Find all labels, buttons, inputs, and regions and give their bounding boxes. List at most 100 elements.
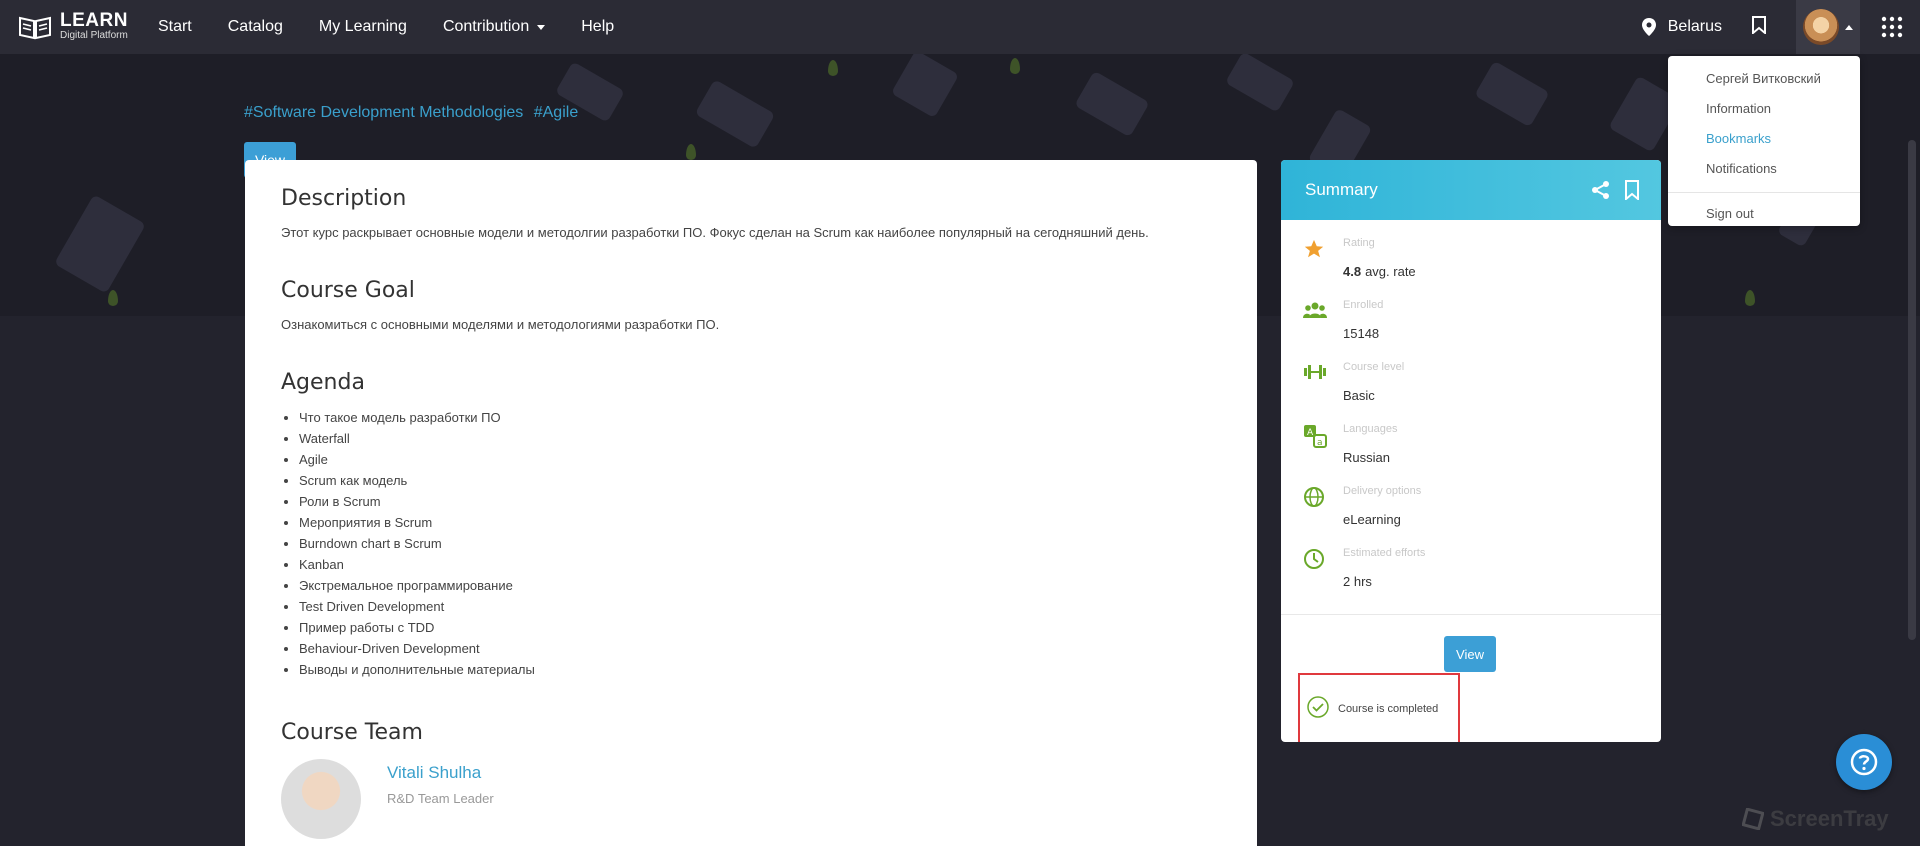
bookmark-icon[interactable]	[1625, 180, 1639, 205]
course-level-value: Basic	[1343, 388, 1375, 403]
nav-contribution[interactable]: Contribution	[442, 18, 546, 36]
leaf-decoration	[828, 60, 838, 76]
bookmark-icon[interactable]	[1752, 15, 1766, 39]
user-name: Сергей Витковский	[1706, 71, 1821, 86]
delivery-label: Delivery options	[1343, 485, 1422, 497]
nav-contribution-label: Contribution	[442, 18, 530, 35]
screentray-logo-icon	[1742, 808, 1764, 830]
brand-name: LEARN	[60, 10, 128, 31]
summary-estimated-efforts: Estimated efforts 2 hrs	[1303, 546, 1661, 608]
nav-catalog[interactable]: Catalog	[228, 18, 283, 36]
leaf-decoration	[686, 144, 696, 160]
clock-icon	[1303, 548, 1327, 572]
summary-title: Summary	[1305, 180, 1378, 199]
star-icon	[1303, 238, 1327, 262]
team-member: Vitali Shulha R&D Team Leader	[281, 759, 1221, 839]
course-goal-text: Ознакомиться с основными моделями и мето…	[281, 317, 720, 332]
summary-header: Summary	[1281, 160, 1661, 220]
nav-help[interactable]: Help	[581, 18, 614, 36]
location-pin-icon	[1641, 18, 1656, 36]
svg-text:a: a	[1317, 438, 1323, 448]
list-item: Waterfall	[299, 428, 1221, 449]
summary-languages: Aa Languages Russian	[1303, 422, 1661, 484]
summary-card: Summary Rating 4.8 avg. rate Enrolled 15…	[1281, 160, 1661, 742]
rating-label: Rating	[1343, 237, 1375, 249]
course-goal-heading: Course Goal	[281, 278, 415, 303]
nav-catalog-label: Catalog	[227, 18, 283, 35]
menu-item-sign-out[interactable]: Sign out	[1668, 199, 1860, 229]
question-circle-icon	[1850, 748, 1878, 776]
leaf-decoration	[108, 290, 118, 306]
decoration	[1074, 70, 1150, 138]
description-text: Этот курс раскрывает основные модели и м…	[281, 225, 1149, 240]
list-item: Behaviour-Driven Development	[299, 638, 1221, 659]
list-item: Экстремальное программирование	[299, 575, 1221, 596]
course-completed-status: Course is completed	[1298, 673, 1460, 742]
languages-label: Languages	[1343, 423, 1398, 435]
watermark: ScreenTray	[1742, 806, 1889, 832]
leaf-decoration	[1010, 58, 1020, 74]
menu-item-notifications[interactable]: Notifications	[1668, 154, 1860, 184]
team-member-photo	[281, 759, 361, 839]
translate-icon: Aa	[1303, 424, 1327, 448]
tag-link[interactable]: #Agile	[534, 104, 578, 121]
list-item: Роли в Scrum	[299, 491, 1221, 512]
caret-up-icon	[1845, 24, 1853, 30]
watermark-text: ScreenTray	[1770, 806, 1889, 831]
course-tags: #Software Development Methodologies #Agi…	[244, 104, 584, 122]
efforts-label: Estimated efforts	[1343, 547, 1426, 559]
book-icon	[18, 14, 52, 40]
summary-delivery-options: Delivery options eLearning	[1303, 484, 1661, 546]
enrolled-label: Enrolled	[1343, 299, 1384, 311]
list-item: Что такое модель разработки ПО	[299, 407, 1221, 428]
list-item: Scrum как модель	[299, 470, 1221, 491]
list-item: Kanban	[299, 554, 1221, 575]
share-icon[interactable]	[1591, 180, 1611, 205]
globe-icon	[1303, 486, 1327, 510]
course-level-label: Course level	[1343, 361, 1405, 373]
decoration	[694, 79, 776, 149]
scrollbar[interactable]	[1908, 140, 1916, 640]
enrolled-value: 15148	[1343, 326, 1380, 341]
agenda-list: Что такое модель разработки ПО Waterfall…	[281, 407, 1221, 680]
divider	[1668, 192, 1860, 193]
nav-my-learning[interactable]: My Learning	[319, 18, 407, 36]
brand-tagline: Digital Platform	[60, 30, 128, 41]
summary-rating: Rating 4.8 avg. rate	[1303, 236, 1661, 298]
team-member-name-link[interactable]: Vitali Shulha	[387, 763, 494, 783]
divider	[1281, 614, 1661, 615]
summary-enrolled: Enrolled 15148	[1303, 298, 1661, 360]
course-team-heading: Course Team	[281, 720, 423, 745]
nav-my-learning-label: My Learning	[318, 18, 407, 35]
user-dropdown-menu: Сергей Витковский Information Bookmarks …	[1668, 56, 1860, 226]
nav-help-label: Help	[581, 18, 615, 35]
logo[interactable]: LEARN Digital Platform	[18, 10, 128, 42]
location-selector[interactable]: Belarus	[1641, 18, 1722, 36]
decoration	[890, 54, 960, 119]
menu-item-information[interactable]: Information	[1668, 94, 1860, 124]
course-details-card: Description Этот курс раскрывает основны…	[245, 160, 1257, 846]
help-button[interactable]	[1836, 734, 1892, 790]
user-menu-toggle[interactable]	[1796, 0, 1860, 54]
efforts-value: 2 hrs	[1343, 574, 1372, 589]
languages-value: Russian	[1343, 450, 1390, 465]
top-navigation-bar: LEARN Digital Platform Start Catalog My …	[0, 0, 1920, 54]
list-item: Burndown chart в Scrum	[299, 533, 1221, 554]
avatar	[1803, 9, 1839, 45]
list-item: Agile	[299, 449, 1221, 470]
main-nav: Start Catalog My Learning Contribution H…	[158, 18, 650, 36]
rating-suffix: avg. rate	[1365, 264, 1416, 279]
nav-start[interactable]: Start	[158, 18, 192, 36]
apps-grid-icon[interactable]	[1874, 0, 1910, 54]
leaf-decoration	[1745, 290, 1755, 306]
summary-view-button[interactable]: View	[1444, 636, 1496, 672]
check-circle-icon	[1306, 695, 1330, 724]
menu-item-bookmarks[interactable]: Bookmarks	[1668, 124, 1860, 154]
dumbbell-icon	[1303, 362, 1327, 386]
users-icon	[1303, 300, 1327, 324]
decoration	[1474, 60, 1550, 128]
rating-value: 4.8	[1343, 264, 1362, 279]
delivery-value: eLearning	[1343, 512, 1401, 527]
location-label: Belarus	[1667, 18, 1722, 35]
tag-link[interactable]: #Software Development Methodologies	[244, 104, 523, 121]
